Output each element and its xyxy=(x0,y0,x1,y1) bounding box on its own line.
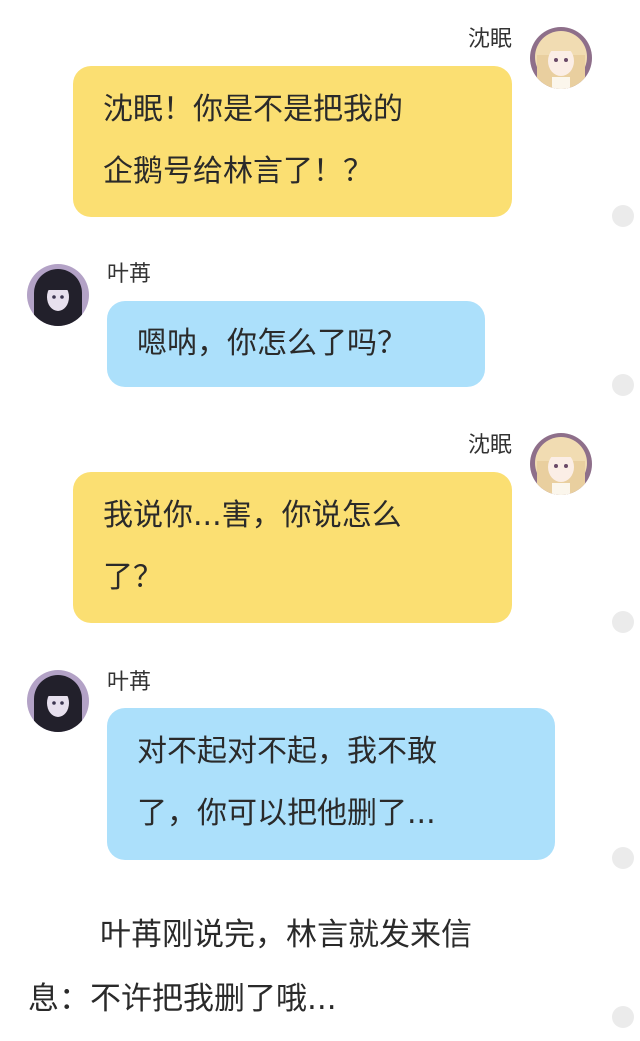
message-bubble[interactable]: 嗯呐，你怎么了吗？ xyxy=(107,301,485,387)
message-line: 对不起对不起，我不敢 xyxy=(137,734,437,769)
message-line: 沈眠！你是不是把我的 xyxy=(103,92,403,127)
sender-name: 叶苒 xyxy=(107,262,152,287)
sender-name: 沈眠 xyxy=(467,433,512,458)
message-line: 企鹅号给林言了！？ xyxy=(103,154,373,189)
narration-line: 叶苒刚说完，林言就发来信 xyxy=(100,917,472,953)
status-dot xyxy=(612,847,634,869)
status-dot xyxy=(612,611,634,633)
message-bubble[interactable]: 沈眠！你是不是把我的 企鹅号给林言了！？ xyxy=(73,66,512,217)
message-line: 我说你...害，你说怎么 xyxy=(103,498,402,533)
status-dot xyxy=(612,374,634,396)
message-bubble[interactable]: 对不起对不起，我不敢 了，你可以把他删了... xyxy=(107,708,555,860)
message-line: 嗯呐，你怎么了吗？ xyxy=(137,326,407,361)
anime-girl-dark-hair-avatar[interactable] xyxy=(27,264,89,326)
narration-text: 叶苒刚说完，林言就发来信 息：不许把我删了哦... xyxy=(28,903,588,1031)
sender-name: 叶苒 xyxy=(107,670,152,695)
sender-name: 沈眠 xyxy=(467,27,512,52)
status-dot xyxy=(612,205,634,227)
anime-girl-dark-hair-avatar[interactable] xyxy=(27,670,89,732)
anime-girl-blonde-avatar[interactable] xyxy=(530,27,592,89)
anime-girl-blonde-avatar[interactable] xyxy=(530,433,592,495)
message-line: 了？ xyxy=(103,560,163,595)
message-line: 了，你可以把他删了... xyxy=(137,796,436,831)
message-bubble[interactable]: 我说你...害，你说怎么 了？ xyxy=(73,472,512,623)
status-dot xyxy=(612,1006,634,1028)
narration-line: 息：不许把我删了哦... xyxy=(28,981,337,1017)
